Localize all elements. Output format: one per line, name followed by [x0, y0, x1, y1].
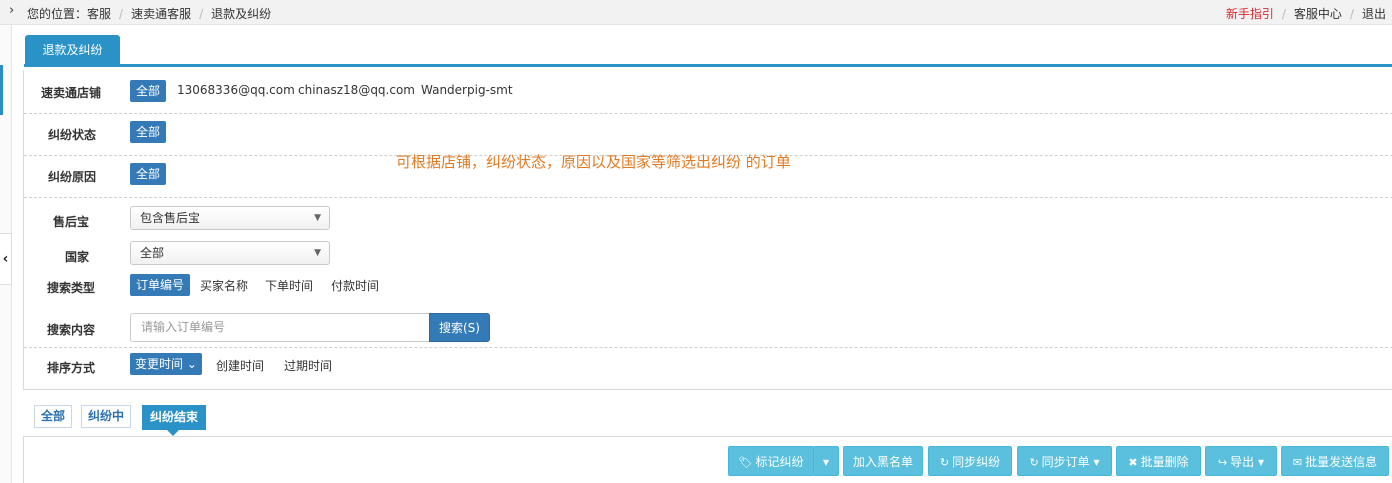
- beginner-guide-link[interactable]: 新手指引: [1226, 7, 1274, 21]
- sync-dispute-label: 同步纠纷: [952, 455, 1001, 469]
- dispute-status-all[interactable]: 全部: [130, 121, 167, 143]
- store-filter-label: 速卖通店铺: [41, 86, 102, 100]
- chevron-right-icon: ›: [9, 3, 15, 18]
- search-input[interactable]: 请输入订单编号: [130, 313, 430, 342]
- mark-dispute-label: 标记纠纷: [755, 455, 804, 469]
- refresh-icon: ↻: [1029, 456, 1039, 469]
- sort-label: 排序方式: [47, 361, 96, 375]
- after-sales-value: 包含售后宝: [140, 211, 201, 225]
- top-bar: › 您的位置：客服 / 速卖通客服 / 退款及纠纷 新手指引 / 客服中心 / 退出: [0, 0, 1392, 25]
- breadcrumb-item-refund-dispute: 退款及纠纷: [211, 7, 272, 21]
- main-tabs: 退款及纠纷: [24, 35, 1392, 67]
- status-tab-all[interactable]: 全部: [34, 405, 73, 428]
- close-icon: ✖: [1128, 456, 1138, 469]
- status-tab-in-dispute[interactable]: 纠纷中: [81, 405, 132, 428]
- country-value: 全部: [140, 246, 165, 260]
- store-option[interactable]: 13068336@qq.com: [177, 83, 295, 97]
- refresh-icon: ↻: [939, 456, 950, 469]
- logout-link[interactable]: 退出: [1362, 7, 1386, 21]
- breadcrumb-item-aliexpress-service[interactable]: 速卖通客服: [131, 7, 191, 21]
- breadcrumb-prefix: 您的位置：: [27, 7, 88, 21]
- sort-option-change-time[interactable]: 变更时间 ⌄: [130, 353, 202, 375]
- mark-dispute-button[interactable]: 🏷︎ 标记纠纷: [728, 446, 814, 476]
- sort-option[interactable]: 过期时间: [284, 357, 332, 374]
- sync-order-label: 同步订单: [1041, 455, 1090, 469]
- sort-option[interactable]: 创建时间: [216, 357, 264, 374]
- dispute-status-row: 纠纷状态 全部: [24, 114, 1392, 156]
- tab-refund-dispute[interactable]: 退款及纠纷: [25, 35, 120, 65]
- breadcrumb: 您的位置：客服 / 速卖通客服 / 退款及纠纷: [27, 7, 272, 21]
- search-type-option[interactable]: 买家名称: [200, 277, 248, 294]
- search-button[interactable]: 搜索(S): [429, 313, 490, 342]
- add-blacklist-button[interactable]: 加入黑名单: [843, 446, 923, 476]
- collapse-sidebar-button[interactable]: ‹: [0, 233, 12, 285]
- filter-hint-note: 可根据店铺，纠纷状态，原因以及国家等筛选出纠纷 的订单: [396, 153, 791, 171]
- batch-delete-label: 批量删除: [1140, 455, 1189, 469]
- search-type-option[interactable]: 付款时间: [331, 277, 379, 294]
- caret-down-icon: ▾: [822, 455, 830, 469]
- store-option-all[interactable]: 全部: [130, 80, 167, 102]
- country-label: 国家: [65, 250, 90, 264]
- batch-send-label: 批量发送信息: [1305, 455, 1378, 469]
- breadcrumb-item-service[interactable]: 客服: [87, 7, 111, 21]
- caret-down-icon: ▾: [1254, 455, 1265, 469]
- service-center-link[interactable]: 客服中心: [1294, 7, 1342, 21]
- batch-delete-button[interactable]: ✖ 批量删除: [1116, 446, 1201, 476]
- top-links: 新手指引 / 客服中心 / 退出: [1225, 7, 1386, 21]
- export-icon: ↪: [1217, 456, 1228, 469]
- search-type-label: 搜索类型: [47, 281, 96, 295]
- mark-dispute-dropdown[interactable]: ▾: [813, 446, 839, 476]
- export-button[interactable]: ↪ 导出 ▾: [1205, 446, 1277, 476]
- dropdown-arrow-icon: ▼: [314, 248, 321, 258]
- search-content-label: 搜索内容: [47, 323, 96, 337]
- status-tab-dispute-ended[interactable]: 纠纷结束: [142, 405, 207, 430]
- search-type-order-no[interactable]: 订单编号: [130, 274, 191, 296]
- sync-order-button[interactable]: ↻ 同步订单 ▾: [1017, 446, 1112, 476]
- dispute-reason-label: 纠纷原因: [48, 170, 97, 184]
- sidebar-active-indicator: [0, 65, 3, 115]
- after-sales-label: 售后宝: [53, 215, 90, 229]
- store-option[interactable]: chinasz18@qq.com: [298, 83, 415, 97]
- tag-icon: 🏷︎: [738, 456, 753, 469]
- batch-send-message-button[interactable]: ✉ 批量发送信息: [1281, 446, 1389, 476]
- sync-dispute-button[interactable]: ↻ 同步纠纷: [928, 446, 1012, 476]
- country-select[interactable]: 全部 ▼: [130, 241, 330, 265]
- export-label: 导出: [1230, 455, 1255, 469]
- dropdown-arrow-icon: ▼: [314, 213, 321, 223]
- chevron-left-icon: ‹: [2, 251, 9, 267]
- caret-down-icon: ▾: [1089, 455, 1100, 469]
- store-filter-row: 速卖通店铺 全部 13068336@qq.com chinasz18@qq.co…: [24, 70, 1392, 114]
- filter-panel: 速卖通店铺 全部 13068336@qq.com chinasz18@qq.co…: [23, 70, 1392, 390]
- dispute-reason-all[interactable]: 全部: [130, 163, 167, 185]
- after-sales-select[interactable]: 包含售后宝 ▼: [130, 206, 330, 230]
- store-option[interactable]: Wanderpig-smt: [421, 83, 513, 97]
- envelope-icon: ✉: [1292, 456, 1303, 469]
- dispute-status-label: 纠纷状态: [48, 128, 97, 142]
- search-type-option[interactable]: 下单时间: [265, 277, 313, 294]
- chevron-down-icon: ⌄: [186, 357, 197, 371]
- sort-selected-label: 变更时间: [135, 357, 184, 371]
